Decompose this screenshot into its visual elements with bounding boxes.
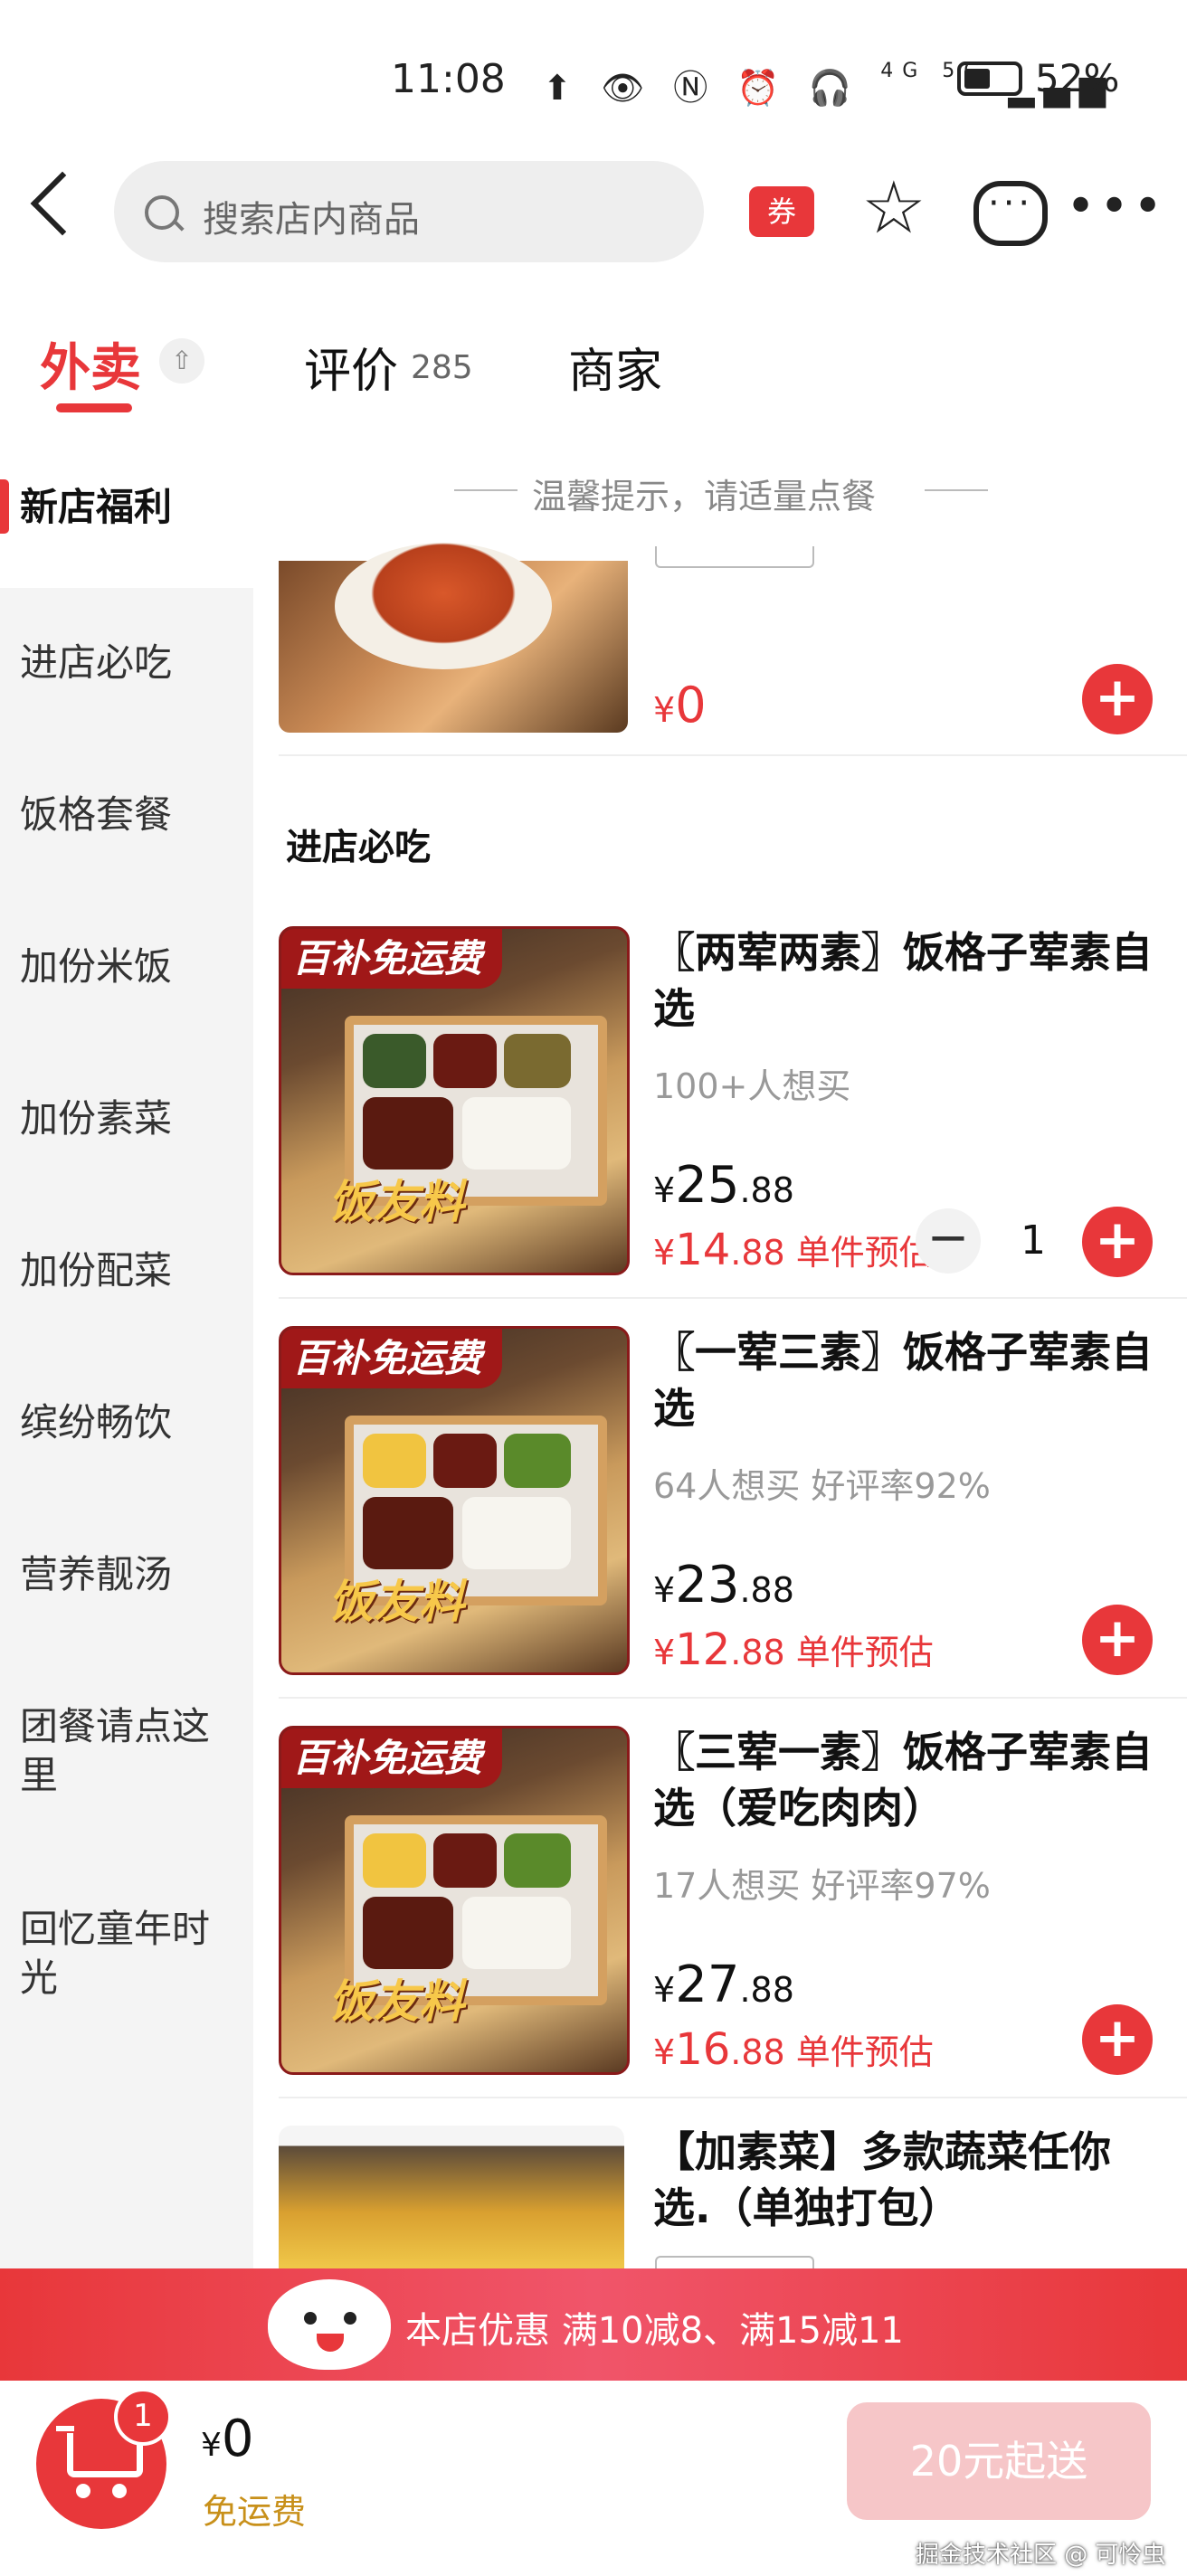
promo-badge: 百补免运费	[281, 1329, 503, 1388]
battery-percent: 52%	[1035, 56, 1120, 100]
tab-reviews[interactable]: 评价	[304, 333, 398, 401]
search-icon	[145, 195, 179, 230]
promo-badge: 百补免运费	[281, 929, 503, 989]
product-price: ¥0	[653, 677, 707, 734]
promo-text: 本店优惠 满10减8、满15减11	[405, 2310, 904, 2352]
add-button[interactable]: +	[1082, 664, 1153, 734]
tab-merchant[interactable]: 商家	[568, 333, 662, 401]
cart-count-badge: 1	[114, 2388, 172, 2446]
product-slogan: 饭友料	[328, 1176, 464, 1228]
status-icons: ⬆ 👁 Ⓝ ⏰ 🎧 4G 5G ▂▄▆	[543, 60, 1115, 109]
divider	[279, 2097, 1187, 2098]
alarm-icon: ⏰	[736, 68, 789, 108]
coupon-button[interactable]: 券	[749, 186, 814, 237]
sidebar-item-jiafen-mifan[interactable]: 加份米饭	[20, 942, 237, 991]
search-placeholder: 搜索店内商品	[203, 199, 420, 241]
sidebar-item-jiafen-sucai[interactable]: 加份素菜	[20, 1094, 237, 1143]
tip-line-right	[925, 489, 988, 491]
product-image[interactable]: 百补免运费 饭友料	[279, 1326, 630, 1675]
sidebar-item-childhood[interactable]: 回忆童年时光	[20, 1905, 237, 2003]
product-title[interactable]: 【加素菜】多款蔬菜任你选.（单独打包）	[653, 2124, 1160, 2236]
cart-wheel	[76, 2484, 90, 2498]
deal-price: ¥16.88 单件预估	[653, 2024, 934, 2075]
battery-level	[964, 69, 990, 89]
product-title[interactable]: 〖两荤两素〗饭格子荤素自选	[653, 924, 1160, 1037]
product-tag	[655, 546, 814, 568]
product-meta: 100+人想买	[653, 1066, 851, 1106]
decrease-button[interactable]: −	[916, 1208, 981, 1274]
product-meta: 17人想买 好评率97%	[653, 1866, 991, 1906]
original-price: ¥25.88	[653, 1156, 794, 1215]
deal-price: ¥14.88 单件预估	[653, 1225, 934, 1275]
divider	[279, 1297, 1187, 1299]
checkout-button[interactable]: 20元起送	[847, 2402, 1151, 2520]
section-title: 进店必吃	[286, 827, 431, 868]
add-button[interactable]: +	[1082, 2004, 1153, 2075]
review-count: 285	[411, 349, 473, 386]
product-slogan: 饭友料	[328, 1975, 464, 2028]
favorite-star-icon[interactable]: ☆	[861, 172, 926, 244]
cart-icon-handle	[56, 2426, 74, 2431]
sidebar-item-xindian-fuli[interactable]: 新店福利	[20, 483, 237, 532]
status-time: 11:08	[391, 56, 506, 102]
add-button[interactable]: +	[1082, 1605, 1153, 1675]
eye-icon: 👁	[600, 68, 654, 108]
deal-price: ¥12.88 单件预估	[653, 1624, 934, 1675]
sidebar-item-jindian-bichi[interactable]: 进店必吃	[20, 639, 237, 687]
headphones-icon: 🎧	[808, 68, 861, 108]
product-title[interactable]: 〖三荤一素〗饭格子荤素自选（爱吃肉肉）	[653, 1724, 1160, 1836]
tab-active-indicator	[56, 403, 132, 412]
product-image[interactable]: 百补免运费 饭友料	[279, 926, 630, 1275]
sidebar-item-drinks[interactable]: 缤纷畅饮	[20, 1398, 237, 1447]
divider	[279, 754, 1187, 756]
promo-badge: 百补免运费	[281, 1728, 503, 1788]
collapse-icon[interactable]: ⇧	[159, 338, 204, 384]
original-price: ¥27.88	[653, 1956, 794, 2014]
tip-line-left	[454, 489, 518, 491]
product-title[interactable]: 〖一荤三素〗饭格子荤素自选	[653, 1324, 1160, 1436]
cart-total: ¥0	[201, 2410, 254, 2468]
product-slogan: 饭友料	[328, 1576, 464, 1628]
cart-wheel	[112, 2484, 127, 2498]
quantity-value: 1	[1021, 1217, 1046, 1264]
product-image[interactable]	[279, 2126, 624, 2270]
add-button[interactable]: +	[1082, 1207, 1153, 1277]
sidebar-item-group-meal[interactable]: 团餐请点这里	[20, 1702, 237, 1800]
mascot-dog-icon	[268, 2279, 391, 2370]
sidebar-active-indicator	[0, 479, 9, 534]
product-image[interactable]: 百补免运费 饭友料	[279, 1726, 630, 2075]
watermark: 掘金技术社区 @ 可怜虫	[916, 2542, 1166, 2569]
product-meta: 64人想买 好评率92%	[653, 1466, 991, 1506]
divider	[279, 1697, 1187, 1699]
upload-icon: ⬆	[543, 68, 581, 108]
portion-tip: 温馨提示，请适量点餐	[532, 477, 877, 516]
back-icon[interactable]	[30, 171, 95, 236]
more-icon[interactable]: •••	[1066, 177, 1166, 236]
original-price: ¥23.88	[653, 1556, 794, 1615]
chat-dots: ···	[988, 183, 1034, 224]
shipping-info: 免运费	[203, 2492, 307, 2532]
food-plate	[335, 543, 552, 669]
tab-waimai[interactable]: 外卖	[40, 327, 141, 401]
sidebar-item-jiafen-peicai[interactable]: 加份配菜	[20, 1246, 237, 1295]
sidebar-item-fange-taocan[interactable]: 饭格套餐	[20, 791, 237, 839]
sidebar-item-soup[interactable]: 营养靓汤	[20, 1550, 237, 1599]
nfc-icon: Ⓝ	[673, 68, 717, 108]
